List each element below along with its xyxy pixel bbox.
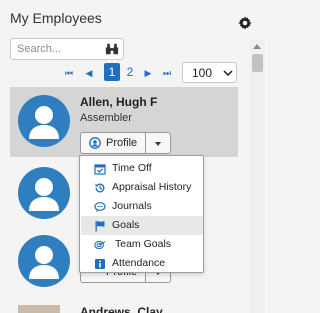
user-circle-icon [89,137,101,149]
page-2-button[interactable]: 2 [122,63,138,81]
page-size-value: 100 [192,66,213,80]
comment-icon [94,202,106,212]
profile-button[interactable]: Profile [80,132,146,154]
avatar [18,95,70,147]
scrollbar-thumb[interactable] [252,54,263,72]
prev-page-button[interactable]: ◀ [84,66,94,80]
menu-item-team-goals[interactable]: Team Goals [81,235,203,254]
menu-item-attendance[interactable]: Attendance [81,254,203,273]
page-size-select[interactable]: 100 [182,62,237,83]
user-silhouette-icon [29,106,59,139]
page-title: My Employees [10,10,102,26]
employee-role: Assembler [80,112,132,124]
employee-card[interactable]: Allen, Hugh F Assembler Profile [10,87,238,157]
employee-name[interactable]: Andrews, Clay [80,305,163,313]
user-silhouette-icon [29,178,59,211]
menu-item-appraisal-history[interactable]: Appraisal History [81,178,203,197]
search-box [10,38,124,60]
menu-item-goals[interactable]: Goals [81,216,203,235]
profile-dropdown-toggle[interactable] [145,132,171,154]
menu-item-time-off[interactable]: Time Off [81,159,203,178]
page-1-button[interactable]: 1 [104,63,120,81]
info-icon [95,259,105,269]
scroll-up-arrow-icon[interactable] [253,44,261,49]
flag-icon [95,221,105,232]
next-page-button[interactable]: ▶ [143,66,153,80]
last-page-button[interactable]: ⏭ [162,66,172,80]
profile-dropdown-menu: Time Off Appraisal History Journals Goal… [79,155,204,273]
scrollbar[interactable] [250,40,265,313]
chevron-down-icon [223,70,233,77]
history-icon [95,183,105,193]
user-silhouette-icon [29,246,59,279]
binoculars-icon[interactable] [105,42,119,56]
employee-name[interactable]: Allen, Hugh F [80,95,157,109]
avatar [18,235,70,287]
calendar-check-icon [94,164,106,175]
profile-button-group: Profile [80,132,172,154]
gear-icon[interactable] [238,16,252,30]
target-icon [94,240,106,250]
menu-item-journals[interactable]: Journals [81,197,203,216]
search-input[interactable] [17,42,97,56]
first-page-button[interactable]: ⏮ [64,66,74,80]
profile-button-label: Profile [106,137,138,149]
avatar [18,167,70,219]
employee-photo [18,305,60,313]
caret-down-icon [155,142,161,146]
employees-panel: My Employees ⏮ ◀ 1 2 ▶ ⏭ 100 [0,0,252,313]
